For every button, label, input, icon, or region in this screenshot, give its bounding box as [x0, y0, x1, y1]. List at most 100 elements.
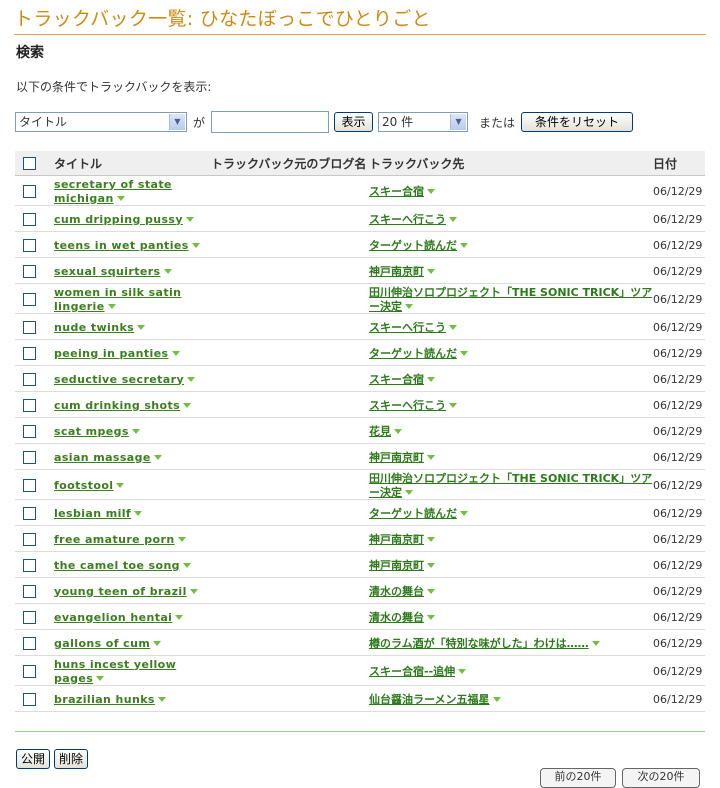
dropdown-triangle-icon[interactable] — [182, 562, 191, 568]
trackback-target-link[interactable]: 清水の舞台 — [369, 611, 424, 624]
row-checkbox[interactable] — [23, 424, 36, 438]
trackback-title-link[interactable]: huns incest yellow pages — [54, 658, 176, 685]
next-page-button[interactable]: 次の20件 — [622, 768, 700, 788]
trackback-title-link[interactable]: women in silk satin lingerie — [54, 286, 181, 313]
select-all-checkbox[interactable] — [23, 157, 36, 170]
trackback-title-link[interactable]: young teen of brazil — [54, 585, 187, 598]
dropdown-triangle-icon[interactable] — [427, 268, 435, 274]
row-checkbox[interactable] — [23, 692, 36, 706]
trackback-title-link[interactable]: sexual squirters — [54, 265, 161, 278]
delete-button[interactable]: 削除 — [54, 749, 88, 769]
dropdown-triangle-icon[interactable] — [427, 536, 435, 542]
dropdown-triangle-icon[interactable] — [449, 216, 457, 222]
reset-button[interactable]: 条件をリセット — [521, 112, 634, 132]
row-checkbox[interactable] — [23, 584, 36, 598]
dropdown-triangle-icon[interactable] — [163, 268, 172, 274]
trackback-target-link[interactable]: スキー合宿 — [369, 185, 424, 198]
trackback-title-link[interactable]: seductive secretary — [54, 373, 184, 386]
dropdown-triangle-icon[interactable] — [427, 188, 435, 194]
trackback-target-link[interactable]: 神戸南京町 — [369, 559, 424, 572]
trackback-target-link[interactable]: 神戸南京町 — [369, 533, 424, 546]
dropdown-triangle-icon[interactable] — [171, 350, 180, 356]
header-blog-name[interactable]: トラックバック元のブログ名 — [211, 151, 369, 176]
dropdown-triangle-icon[interactable] — [153, 454, 162, 460]
row-checkbox[interactable] — [23, 636, 36, 650]
row-checkbox[interactable] — [23, 184, 36, 198]
trackback-title-link[interactable]: evangelion hentai — [54, 611, 172, 624]
dropdown-triangle-icon[interactable] — [153, 640, 162, 646]
dropdown-triangle-icon[interactable] — [191, 242, 200, 248]
dropdown-triangle-icon[interactable] — [175, 614, 184, 620]
trackback-target-link[interactable]: 樽のラム酒が「特別な味がした」わけは…… — [369, 637, 589, 650]
dropdown-triangle-icon[interactable] — [492, 696, 501, 702]
trackback-title-link[interactable]: peeing in panties — [54, 347, 169, 360]
trackback-target-link[interactable]: 神戸南京町 — [369, 265, 424, 278]
trackback-title-link[interactable]: secretary of state michigan — [54, 178, 172, 205]
dropdown-triangle-icon[interactable] — [116, 195, 125, 201]
row-checkbox[interactable] — [23, 398, 36, 412]
dropdown-triangle-icon[interactable] — [116, 482, 125, 488]
row-checkbox[interactable] — [23, 372, 36, 386]
dropdown-triangle-icon[interactable] — [449, 324, 457, 330]
dropdown-triangle-icon[interactable] — [427, 588, 435, 594]
row-checkbox[interactable] — [23, 506, 36, 520]
dropdown-triangle-icon[interactable] — [427, 376, 435, 382]
show-button[interactable]: 表示 — [334, 112, 374, 132]
dropdown-triangle-icon[interactable] — [394, 428, 402, 434]
row-checkbox[interactable] — [23, 212, 36, 226]
count-select[interactable]: 20 件 ▼ — [378, 112, 469, 132]
trackback-target-link[interactable]: 清水の舞台 — [369, 585, 424, 598]
trackback-target-link[interactable]: 神戸南京町 — [369, 451, 424, 464]
dropdown-triangle-icon[interactable] — [427, 614, 435, 620]
trackback-title-link[interactable]: lesbian milf — [54, 507, 131, 520]
trackback-target-link[interactable]: スキーへ行こう — [369, 321, 446, 334]
field-select[interactable]: タイトル ▼ — [15, 112, 187, 132]
row-checkbox[interactable] — [23, 264, 36, 278]
dropdown-triangle-icon[interactable] — [405, 303, 413, 309]
trackback-title-link[interactable]: brazilian hunks — [54, 693, 155, 706]
dropdown-triangle-icon[interactable] — [131, 428, 140, 434]
dropdown-triangle-icon[interactable] — [183, 402, 192, 408]
dropdown-triangle-icon[interactable] — [187, 376, 196, 382]
publish-button[interactable]: 公開 — [16, 749, 50, 769]
dropdown-triangle-icon[interactable] — [460, 242, 468, 248]
dropdown-triangle-icon[interactable] — [427, 562, 435, 568]
trackback-target-link[interactable]: ターゲット読んだ — [369, 239, 457, 252]
trackback-title-link[interactable]: nude twinks — [54, 321, 134, 334]
dropdown-triangle-icon[interactable] — [458, 668, 467, 674]
row-checkbox[interactable] — [23, 478, 36, 492]
trackback-title-link[interactable]: scat mpegs — [54, 425, 129, 438]
row-checkbox[interactable] — [23, 346, 36, 360]
dropdown-triangle-icon[interactable] — [134, 510, 143, 516]
trackback-title-link[interactable]: teens in wet panties — [54, 239, 189, 252]
trackback-title-link[interactable]: gallons of cum — [54, 637, 150, 650]
header-target[interactable]: トラックバック先 — [369, 151, 653, 176]
trackback-title-link[interactable]: cum drinking shots — [54, 399, 180, 412]
dropdown-triangle-icon[interactable] — [107, 303, 116, 309]
trackback-target-link[interactable]: スキーへ行こう — [369, 399, 446, 412]
dropdown-triangle-icon[interactable] — [189, 588, 198, 594]
trackback-title-link[interactable]: free amature porn — [54, 533, 175, 546]
prev-page-button[interactable]: 前の20件 — [540, 768, 616, 788]
row-checkbox[interactable] — [23, 292, 36, 306]
dropdown-triangle-icon[interactable] — [460, 510, 468, 516]
row-checkbox[interactable] — [23, 238, 36, 252]
trackback-target-link[interactable]: ターゲット読んだ — [369, 347, 457, 360]
row-checkbox[interactable] — [23, 320, 36, 334]
trackback-target-link[interactable]: スキー合宿--追伸 — [369, 665, 455, 678]
dropdown-triangle-icon[interactable] — [460, 350, 468, 356]
row-checkbox[interactable] — [23, 558, 36, 572]
header-date[interactable]: 日付 — [653, 151, 705, 176]
keyword-input[interactable] — [211, 111, 330, 133]
dropdown-triangle-icon[interactable] — [449, 402, 457, 408]
trackback-target-link[interactable]: スキー合宿 — [369, 373, 424, 386]
row-checkbox[interactable] — [23, 664, 36, 678]
header-title[interactable]: タイトル — [54, 151, 211, 176]
trackback-title-link[interactable]: the camel toe song — [54, 559, 180, 572]
row-checkbox[interactable] — [23, 450, 36, 464]
trackback-title-link[interactable]: asian massage — [54, 451, 151, 464]
trackback-target-link[interactable]: 花見 — [369, 425, 391, 438]
dropdown-triangle-icon[interactable] — [591, 640, 600, 646]
dropdown-triangle-icon[interactable] — [177, 536, 186, 542]
dropdown-triangle-icon[interactable] — [137, 324, 146, 330]
